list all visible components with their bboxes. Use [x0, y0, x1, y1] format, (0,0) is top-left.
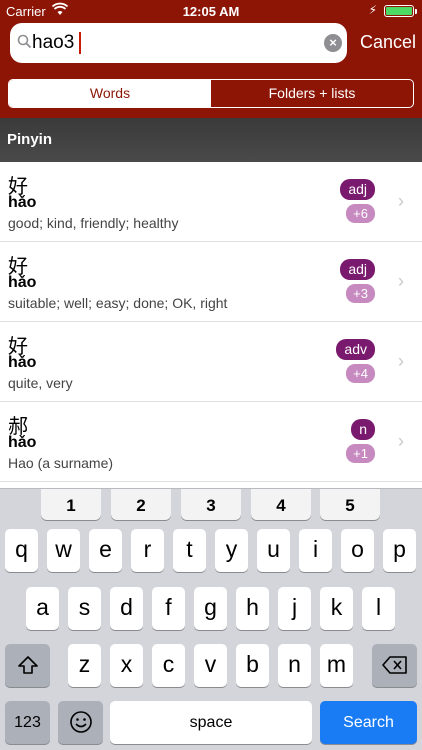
status-bar: Carrier 12:05 AM ⚡	[0, 0, 422, 22]
list-item[interactable]: 好 hǎo suitable; well; easy; done; OK, ri…	[0, 242, 422, 322]
segmented-control: Words Folders + lists	[8, 79, 414, 108]
space-key[interactable]: space	[110, 701, 312, 744]
battery-icon	[384, 5, 417, 17]
more-definitions-badge: +4	[346, 364, 375, 383]
shift-icon	[17, 656, 39, 679]
key-z[interactable]: z	[68, 644, 101, 687]
search-key[interactable]: Search	[320, 701, 417, 744]
clear-search-icon[interactable]: ×	[324, 34, 342, 52]
key-f[interactable]: f	[152, 587, 185, 630]
key-i[interactable]: i	[299, 529, 332, 572]
key-n[interactable]: n	[278, 644, 311, 687]
emoji-icon	[69, 711, 93, 738]
entry-pinyin: hǎo	[8, 354, 37, 371]
key-p[interactable]: p	[383, 529, 416, 572]
more-definitions-badge: +1	[346, 444, 375, 463]
tone-key-4[interactable]: 4	[251, 489, 311, 520]
entry-pinyin: hǎo	[8, 434, 37, 451]
key-t[interactable]: t	[173, 529, 206, 572]
entry-pinyin: hǎo	[8, 274, 37, 291]
key-h[interactable]: h	[236, 587, 269, 630]
key-o[interactable]: o	[341, 529, 374, 572]
part-of-speech-badge: n	[351, 419, 375, 440]
key-x[interactable]: x	[110, 644, 143, 687]
key-u[interactable]: u	[257, 529, 290, 572]
emoji-key[interactable]	[58, 701, 103, 744]
key-g[interactable]: g	[194, 587, 227, 630]
search-input[interactable]	[32, 31, 312, 55]
entry-pinyin: hǎo	[8, 194, 37, 211]
key-l[interactable]: l	[362, 587, 395, 630]
key-r[interactable]: r	[131, 529, 164, 572]
key-q[interactable]: q	[5, 529, 38, 572]
backspace-key[interactable]	[372, 644, 417, 687]
results-list: 好 hǎo good; kind, friendly; healthy adj …	[0, 162, 422, 490]
text-caret	[79, 32, 81, 54]
list-item[interactable]: 好 hǎo good; kind, friendly; healthy adj …	[0, 162, 422, 242]
tone-key-1[interactable]: 1	[41, 489, 101, 520]
header: Carrier 12:05 AM ⚡ × Cancel Words Folder…	[0, 0, 422, 118]
charging-icon: ⚡	[368, 3, 377, 17]
section-header: Pinyin	[0, 118, 422, 162]
cancel-button[interactable]: Cancel	[360, 32, 416, 53]
chevron-right-icon: ›	[398, 351, 404, 371]
backspace-icon	[381, 656, 408, 678]
key-c[interactable]: c	[152, 644, 185, 687]
list-item[interactable]: 好 hǎo quite, very adv +4 ›	[0, 322, 422, 402]
part-of-speech-badge: adj	[340, 259, 375, 280]
segment-words[interactable]: Words	[9, 80, 211, 107]
entry-definition: quite, very	[8, 375, 73, 391]
key-w[interactable]: w	[47, 529, 80, 572]
key-a[interactable]: a	[26, 587, 59, 630]
entry-definition: suitable; well; easy; done; OK, right	[8, 295, 228, 311]
entry-definition: Hao (a surname)	[8, 455, 114, 471]
key-b[interactable]: b	[236, 644, 269, 687]
key-m[interactable]: m	[320, 644, 353, 687]
shift-key[interactable]	[5, 644, 50, 687]
key-v[interactable]: v	[194, 644, 227, 687]
entry-definition: good; kind, friendly; healthy	[8, 215, 179, 231]
status-time: 12:05 AM	[182, 4, 240, 19]
chevron-right-icon: ›	[398, 271, 404, 291]
key-y[interactable]: y	[215, 529, 248, 572]
chevron-right-icon: ›	[398, 191, 404, 211]
more-definitions-badge: +3	[346, 284, 375, 303]
tone-key-3[interactable]: 3	[181, 489, 241, 520]
key-d[interactable]: d	[110, 587, 143, 630]
part-of-speech-badge: adv	[336, 339, 375, 360]
list-item[interactable]: 郝 hǎo Hao (a surname) n +1 ›	[0, 402, 422, 482]
key-k[interactable]: k	[320, 587, 353, 630]
keyboard: 1 2 3 4 5 q w e r t y u i o p a s d f g …	[0, 488, 422, 750]
search-field[interactable]: ×	[10, 23, 347, 63]
key-s[interactable]: s	[68, 587, 101, 630]
key-j[interactable]: j	[278, 587, 311, 630]
tone-key-5[interactable]: 5	[320, 489, 380, 520]
search-icon	[17, 34, 32, 54]
more-definitions-badge: +6	[346, 204, 375, 223]
part-of-speech-badge: adj	[340, 179, 375, 200]
key-e[interactable]: e	[89, 529, 122, 572]
tone-key-2[interactable]: 2	[111, 489, 171, 520]
numbers-key[interactable]: 123	[5, 701, 50, 744]
chevron-right-icon: ›	[398, 431, 404, 451]
segment-folders-lists[interactable]: Folders + lists	[211, 80, 413, 107]
